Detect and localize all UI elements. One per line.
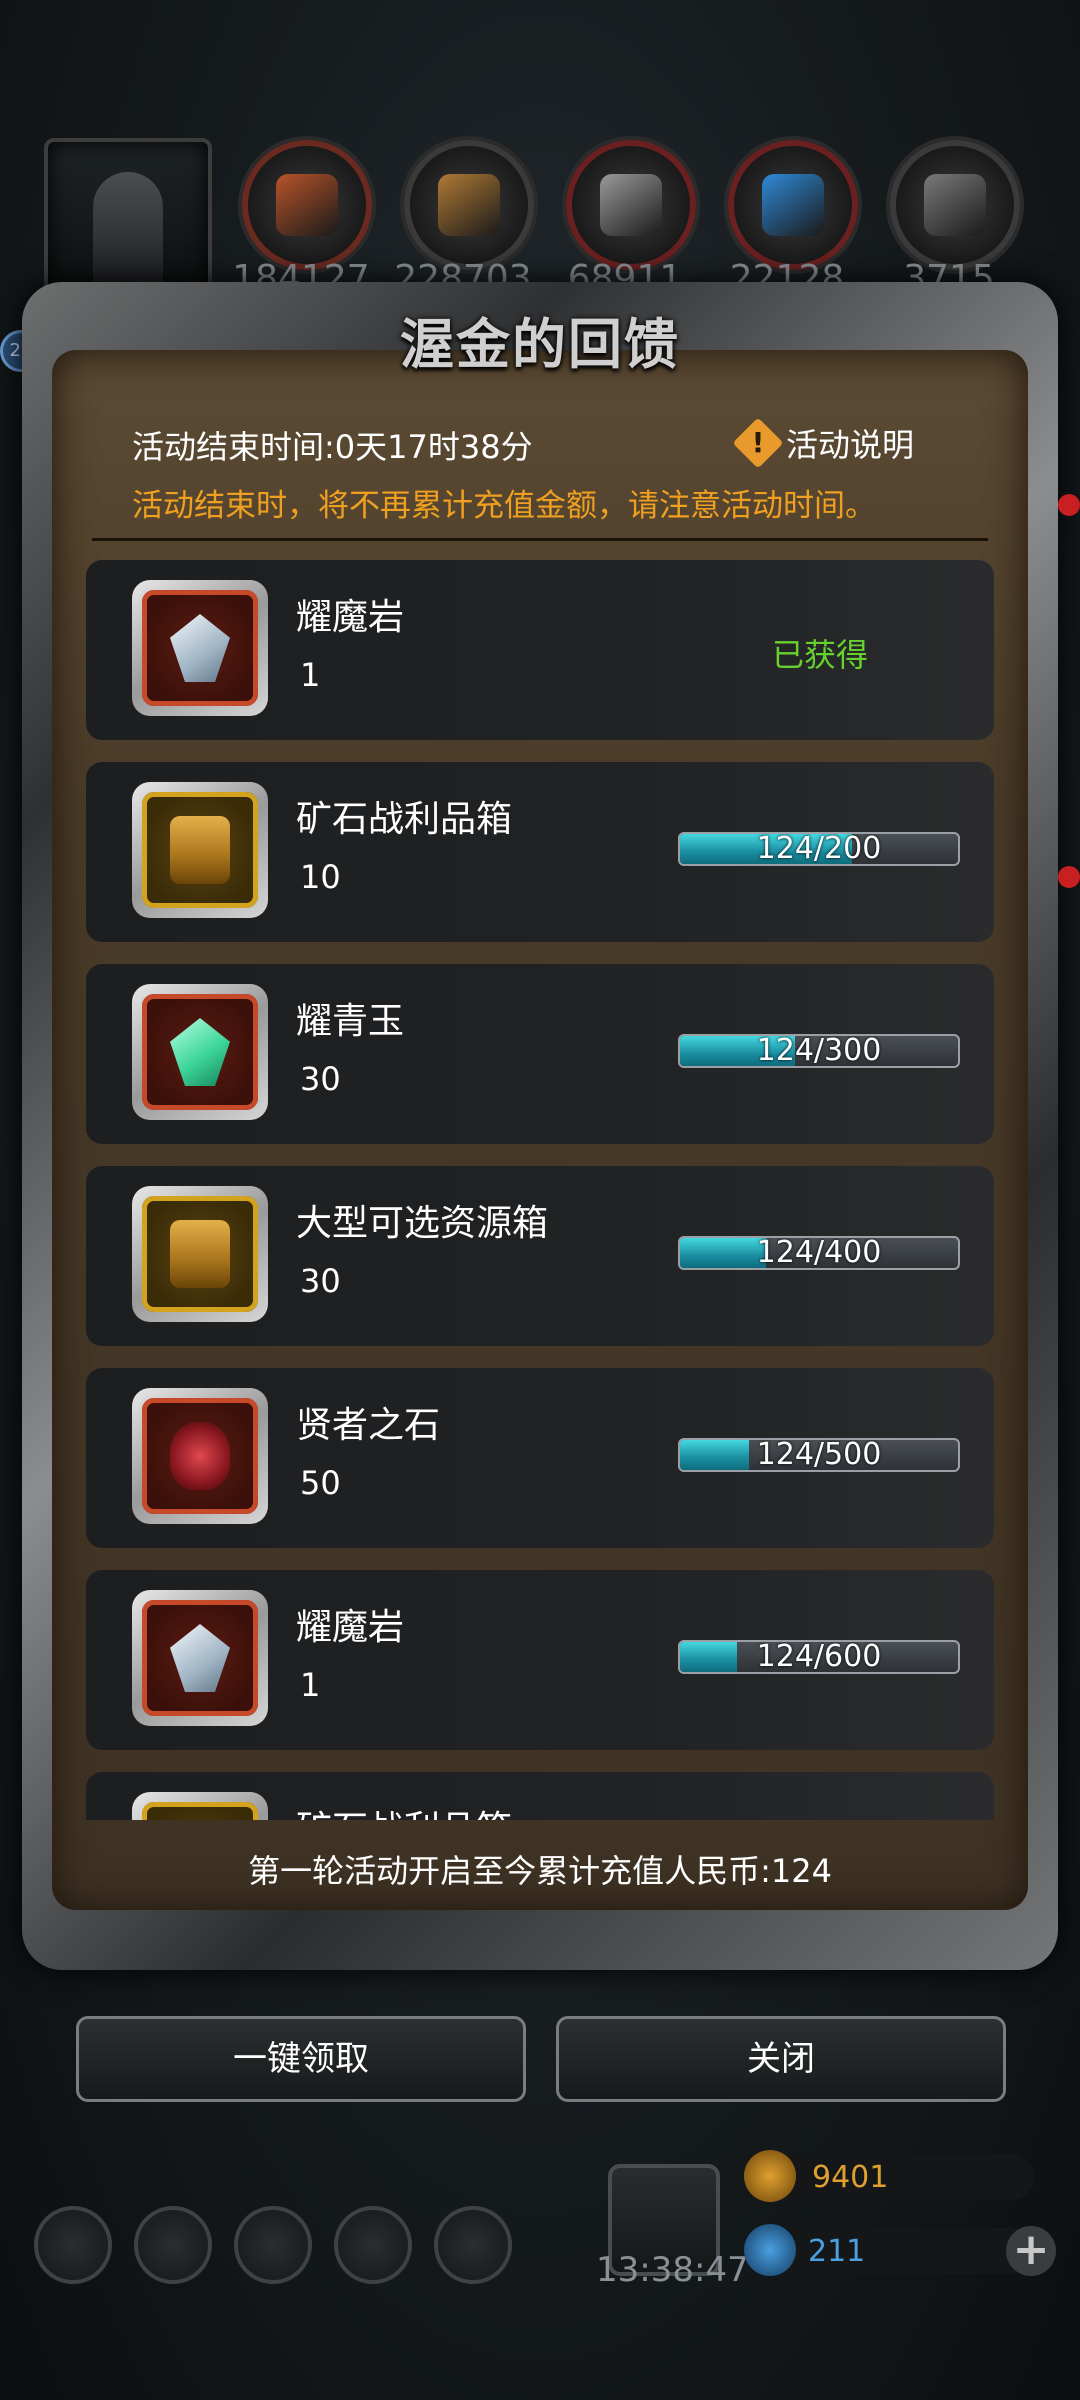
copper-ore-icon (276, 174, 338, 236)
claim-all-button[interactable]: 一键领取 (76, 2016, 526, 2102)
treasure-chest-icon (170, 816, 230, 884)
gold-amount: 9401 (812, 2160, 889, 2195)
item-quantity: 50 (300, 1464, 341, 1502)
avatar-portrait (93, 172, 163, 287)
reward-list[interactable]: 耀魔岩 1 已获得矿石战利品箱 10 124/200 耀青玉 30 124/300 大型可选资源… (86, 560, 994, 1820)
progress-text: 124/400 (756, 1236, 882, 1270)
gem-icon (744, 2224, 796, 2276)
item-slot[interactable] (132, 580, 268, 716)
white-crystal-icon (170, 1624, 230, 1692)
item-slot[interactable] (132, 782, 268, 918)
reward-row[interactable]: 贤者之石 50 124/500 (86, 1368, 994, 1548)
item-quantity: 1 (300, 1666, 321, 1704)
guild-icon[interactable] (234, 2206, 312, 2284)
reward-row[interactable]: 大型可选资源箱 30 124/400 (86, 1166, 994, 1346)
iron-ingot-icon (600, 174, 662, 236)
progress-text: 124/200 (756, 832, 882, 866)
settings-icon[interactable] (34, 2206, 112, 2284)
item-frame (142, 1196, 258, 1312)
gold-coin-icon (744, 2150, 796, 2202)
total-recharge: 第一轮活动开启至今累计充值人民币:124 (248, 1852, 832, 1890)
event-info-label: 活动说明 (786, 426, 915, 464)
item-name: 大型可选资源箱 (296, 1203, 549, 1244)
item-frame (142, 792, 258, 908)
progress-text: 124/600 (756, 1640, 882, 1674)
item-slot[interactable] (132, 1590, 268, 1726)
white-crystal-icon (170, 614, 230, 682)
item-slot[interactable] (132, 1792, 268, 1820)
progress-bar: 124/600 (678, 1640, 960, 1674)
resource-4[interactable] (890, 140, 1020, 270)
mail-icon[interactable] (334, 2206, 412, 2284)
reward-row[interactable]: 矿石战利品箱 10 124/200 (86, 762, 994, 942)
warning-icon: ! (732, 417, 784, 469)
item-frame (142, 590, 258, 706)
item-quantity: 10 (300, 858, 341, 896)
notification-dot (1058, 866, 1080, 888)
steel-bar-icon (924, 174, 986, 236)
item-quantity: 30 (300, 1262, 341, 1300)
claimed-status: 已获得 (772, 636, 869, 674)
notification-dot (1058, 494, 1080, 516)
item-name: 耀魔岩 (296, 597, 405, 638)
clock: 13:38:47 (596, 2250, 749, 2290)
star-icon[interactable] (134, 2206, 212, 2284)
item-frame (142, 1600, 258, 1716)
player-avatar[interactable] (44, 138, 212, 306)
event-notice: 活动结束时，将不再累计充值金额，请注意活动时间。 (132, 488, 876, 524)
close-button[interactable]: 关闭 (556, 2016, 1006, 2102)
progress-bar: 124/200 (678, 832, 960, 866)
reward-row[interactable]: 耀青玉 30 124/300 (86, 964, 994, 1144)
reward-row[interactable]: 耀魔岩 1 已获得 (86, 560, 994, 740)
item-name: 贤者之石 (296, 1405, 441, 1446)
item-frame (142, 1398, 258, 1514)
item-slot[interactable] (132, 1186, 268, 1322)
item-quantity: 30 (300, 1060, 341, 1098)
progress-bar: 124/400 (678, 1236, 960, 1270)
gem-amount: 211 (808, 2234, 866, 2269)
item-frame (142, 1802, 258, 1820)
green-crystal-icon (170, 1018, 230, 1086)
item-slot[interactable] (132, 1388, 268, 1524)
progress-text: 124/300 (756, 1034, 882, 1068)
item-slot[interactable] (132, 984, 268, 1120)
reward-row[interactable]: 矿石战利品箱 (86, 1772, 994, 1820)
add-currency-button[interactable]: + (1006, 2226, 1056, 2276)
divider (92, 538, 988, 541)
item-name: 矿石战利品箱 (296, 799, 513, 840)
red-stone-icon (170, 1422, 230, 1490)
resource-1[interactable] (404, 140, 534, 270)
event-end-time: 活动结束时间:0天17时38分 (132, 428, 533, 466)
item-name: 矿石战利品箱 (296, 1800, 512, 1820)
resource-0[interactable] (242, 140, 372, 270)
resource-3[interactable] (728, 140, 858, 270)
wood-planks-icon (438, 174, 500, 236)
reward-row[interactable]: 耀魔岩 1 124/600 (86, 1570, 994, 1750)
resource-2[interactable] (566, 140, 696, 270)
progress-bar: 124/500 (678, 1438, 960, 1472)
dialog-title: 渥金的回馈 (400, 313, 680, 376)
world-icon[interactable] (434, 2206, 512, 2284)
item-name: 耀魔岩 (296, 1607, 405, 1648)
item-quantity: 1 (300, 656, 321, 694)
progress-bar: 124/300 (678, 1034, 960, 1068)
blue-crystal-icon (762, 174, 824, 236)
item-name: 耀青玉 (296, 1001, 405, 1042)
progress-text: 124/500 (756, 1438, 882, 1472)
event-info-button[interactable]: ! 活动说明 (732, 417, 915, 469)
item-frame (142, 994, 258, 1110)
treasure-chest-icon (170, 1220, 230, 1288)
